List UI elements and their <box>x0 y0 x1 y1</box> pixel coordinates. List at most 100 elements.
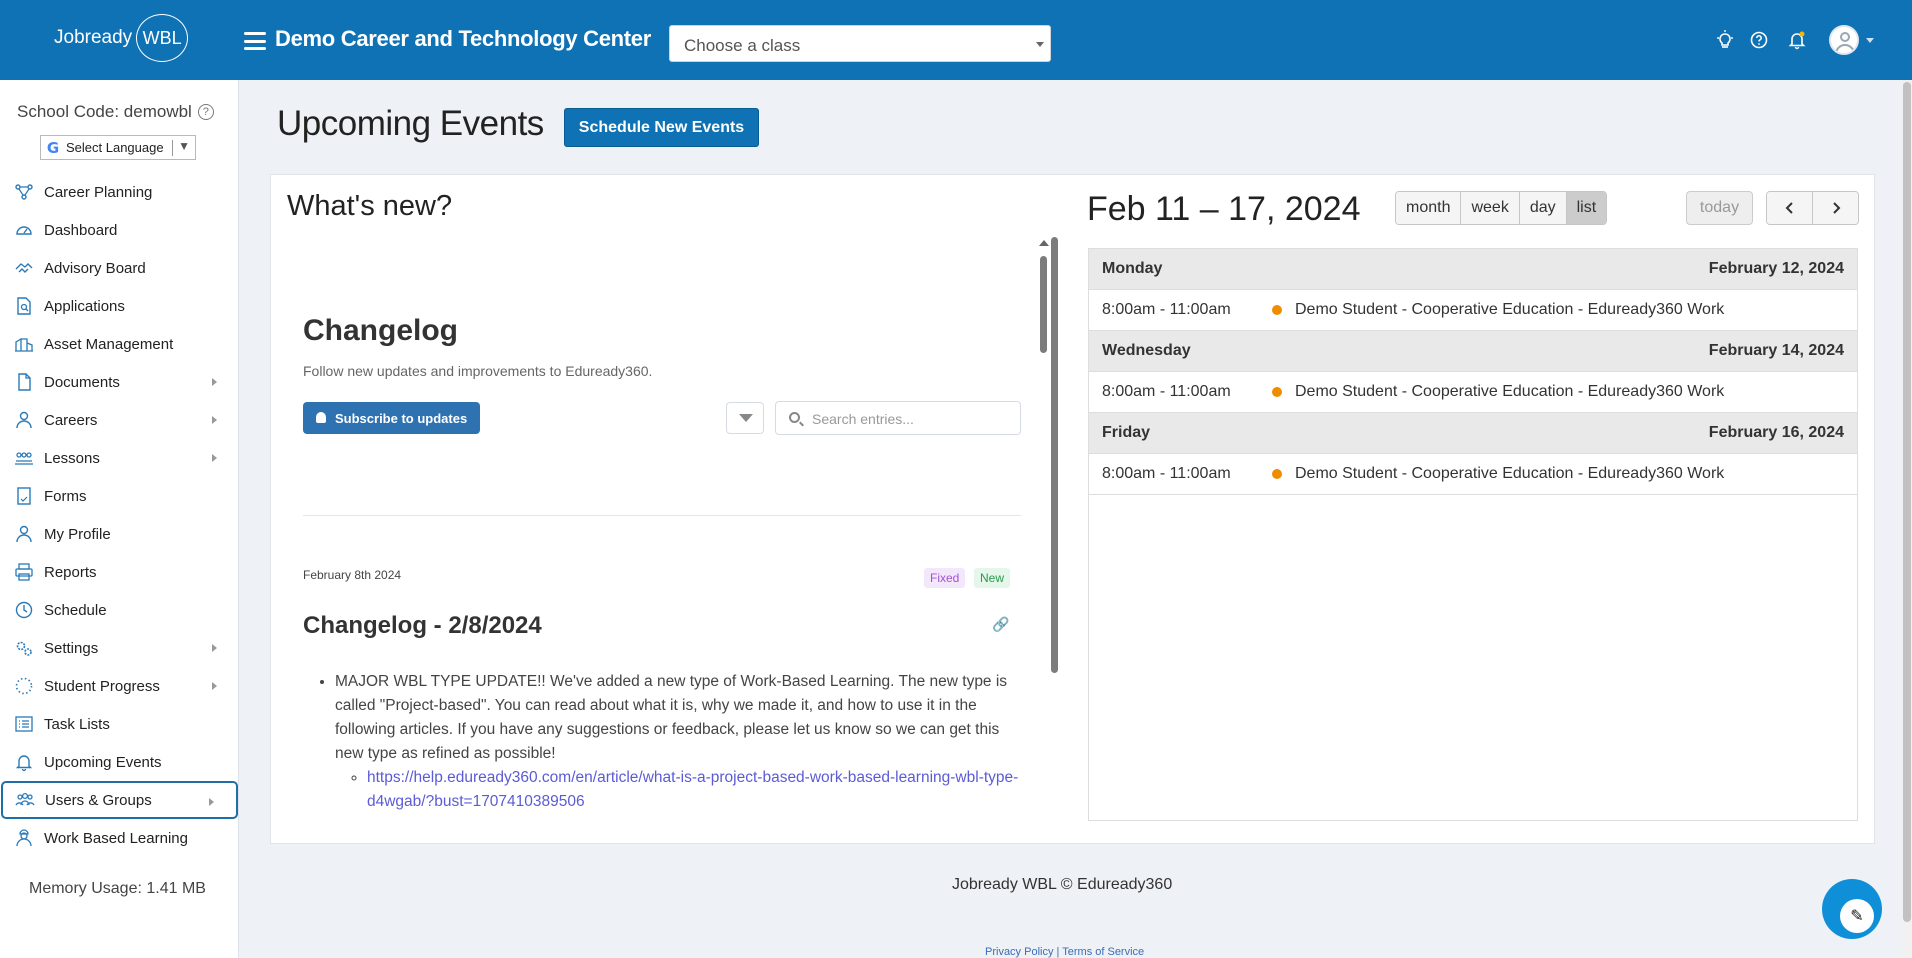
top-bar: Jobready WBL Demo Career and Technology … <box>0 0 1912 80</box>
org-title: Demo Career and Technology Center <box>275 26 652 51</box>
day-name[interactable]: Wednesday <box>1102 342 1191 360</box>
widget-scrollbar[interactable] <box>1051 237 1058 673</box>
sidebar-item-users-groups[interactable]: Users & Groups <box>1 781 238 819</box>
view-week-button[interactable]: week <box>1461 192 1520 224</box>
help-icon[interactable] <box>1749 30 1769 50</box>
page-scrollbar[interactable] <box>1902 80 1912 958</box>
link-icon[interactable]: 🔗 <box>992 616 1009 632</box>
submenu-arrow-icon <box>212 644 217 652</box>
app-logo[interactable]: Jobready WBL <box>54 14 189 62</box>
progress-icon <box>14 676 34 696</box>
day-header: Wednesday February 14, 2024 <box>1089 331 1857 372</box>
sidebar-item-label: Applications <box>44 297 125 315</box>
tag-fixed: Fixed <box>924 568 966 588</box>
sidebar-item-asset-management[interactable]: Asset Management <box>0 325 239 363</box>
view-month-button[interactable]: month <box>1396 192 1462 224</box>
view-day-button[interactable]: day <box>1519 192 1567 224</box>
day-date[interactable]: February 12, 2024 <box>1709 260 1844 278</box>
sidebar-item-label: Dashboard <box>44 221 118 239</box>
worker-icon <box>14 828 34 848</box>
sidebar-item-career-planning[interactable]: Career Planning <box>0 173 239 211</box>
sidebar-item-advisory-board[interactable]: Advisory Board <box>0 249 239 287</box>
sidebar-item-student-progress[interactable]: Student Progress <box>0 667 239 705</box>
school-code-help-icon[interactable]: ? <box>197 104 214 120</box>
sidebar-item-applications[interactable]: Applications <box>0 287 239 325</box>
prev-week-button[interactable] <box>1767 192 1813 224</box>
submenu-arrow-icon <box>212 682 217 690</box>
sidebar-item-forms[interactable]: Forms <box>0 477 239 515</box>
day-header: Monday February 12, 2024 <box>1089 249 1857 290</box>
terms-of-service-link[interactable]: Terms of Service <box>1062 946 1144 958</box>
event-dot-icon <box>1272 387 1282 397</box>
user-avatar[interactable] <box>1829 25 1859 55</box>
day-name[interactable]: Monday <box>1102 260 1162 278</box>
avatar-caret-icon[interactable] <box>1866 38 1874 43</box>
subscribe-label: Subscribe to updates <box>335 410 468 426</box>
event-time: 8:00am - 11:00am <box>1102 465 1231 482</box>
lightbulb-icon[interactable] <box>1715 30 1735 50</box>
sidebar-item-label: My Profile <box>44 525 111 543</box>
scroll-up-arrow-icon[interactable] <box>1039 240 1049 246</box>
subscribe-button[interactable]: Subscribe to updates <box>303 402 480 434</box>
sidebar-item-work-based-learning[interactable]: Work Based Learning <box>0 819 239 857</box>
notification-bell-icon[interactable] <box>1787 30 1807 50</box>
day-name[interactable]: Friday <box>1102 424 1150 442</box>
logo-text: Jobready <box>54 27 133 48</box>
footer-separator: | <box>1056 946 1060 958</box>
entry-link[interactable]: https://help.eduready360.com/en/article/… <box>367 769 1018 810</box>
chat-widget-button[interactable]: ✎ <box>1822 879 1882 939</box>
page-title: Upcoming Events <box>277 104 544 143</box>
class-select[interactable]: Choose a class <box>669 25 1051 62</box>
footer-links: Privacy Policy | Terms of Service <box>985 946 1144 958</box>
language-selector[interactable]: G Select Language ▼ <box>40 135 196 160</box>
sidebar-item-label: Upcoming Events <box>44 753 162 771</box>
sidebar-item-task-lists[interactable]: Task Lists <box>0 705 239 743</box>
people-icon <box>14 448 34 468</box>
sidebar-item-documents[interactable]: Documents <box>0 363 239 401</box>
sidebar-item-my-profile[interactable]: My Profile <box>0 515 239 553</box>
sidebar-item-dashboard[interactable]: Dashboard <box>0 211 239 249</box>
sidebar-item-careers[interactable]: Careers <box>0 401 239 439</box>
next-week-button[interactable] <box>1813 192 1858 224</box>
event-title[interactable]: Demo Student - Cooperative Education - E… <box>1295 465 1724 483</box>
filter-button[interactable] <box>726 402 764 434</box>
view-list-button[interactable]: list <box>1566 192 1607 224</box>
bell-icon <box>14 752 34 772</box>
sidebar-item-upcoming-events[interactable]: Upcoming Events <box>0 743 239 781</box>
today-button[interactable]: today <box>1686 191 1753 225</box>
event-title[interactable]: Demo Student - Cooperative Education - E… <box>1295 383 1724 401</box>
chevron-left-icon <box>1785 202 1793 214</box>
google-icon: G <box>46 138 60 157</box>
footer-copyright: Jobready WBL © Eduready360 <box>952 876 1173 893</box>
calendar-range-title: Feb 11 – 17, 2024 <box>1087 190 1361 228</box>
person-tie-icon <box>14 410 34 430</box>
sidebar-item-schedule[interactable]: Schedule <box>0 591 239 629</box>
menu-toggle-icon[interactable] <box>244 32 266 50</box>
event-row[interactable]: 8:00am - 11:00am Demo Student - Cooperat… <box>1089 372 1857 413</box>
gears-icon <box>14 638 34 658</box>
calendar-list: Monday February 12, 2024 8:00am - 11:00a… <box>1088 248 1858 821</box>
sidebar-item-lessons[interactable]: Lessons <box>0 439 239 477</box>
event-row[interactable]: 8:00am - 11:00am Demo Student - Cooperat… <box>1089 290 1857 331</box>
sidebar-item-label: Lessons <box>44 449 100 467</box>
event-row[interactable]: 8:00am - 11:00am Demo Student - Cooperat… <box>1089 454 1857 495</box>
privacy-policy-link[interactable]: Privacy Policy <box>985 946 1053 958</box>
school-code: School Code: demowbl ? <box>17 102 214 122</box>
event-title[interactable]: Demo Student - Cooperative Education - E… <box>1295 301 1724 319</box>
day-date[interactable]: February 14, 2024 <box>1709 342 1844 360</box>
sidebar-item-label: Task Lists <box>44 715 110 733</box>
schedule-new-events-button[interactable]: Schedule New Events <box>564 108 759 147</box>
sidebar-item-settings[interactable]: Settings <box>0 629 239 667</box>
bell-icon <box>316 412 326 423</box>
changelog-scrollbar[interactable] <box>1040 256 1047 353</box>
submenu-arrow-icon <box>212 378 217 386</box>
day-date[interactable]: February 16, 2024 <box>1709 424 1844 442</box>
language-label: Select Language <box>66 140 164 155</box>
sidebar-item-label: Reports <box>44 563 97 581</box>
search-entries-input[interactable]: Search entries... <box>775 401 1021 435</box>
sidebar-item-label: Work Based Learning <box>44 829 188 847</box>
building-icon <box>14 334 34 354</box>
sidebar-item-label: Advisory Board <box>44 259 146 277</box>
handshake-icon <box>14 258 34 278</box>
sidebar-item-reports[interactable]: Reports <box>0 553 239 591</box>
